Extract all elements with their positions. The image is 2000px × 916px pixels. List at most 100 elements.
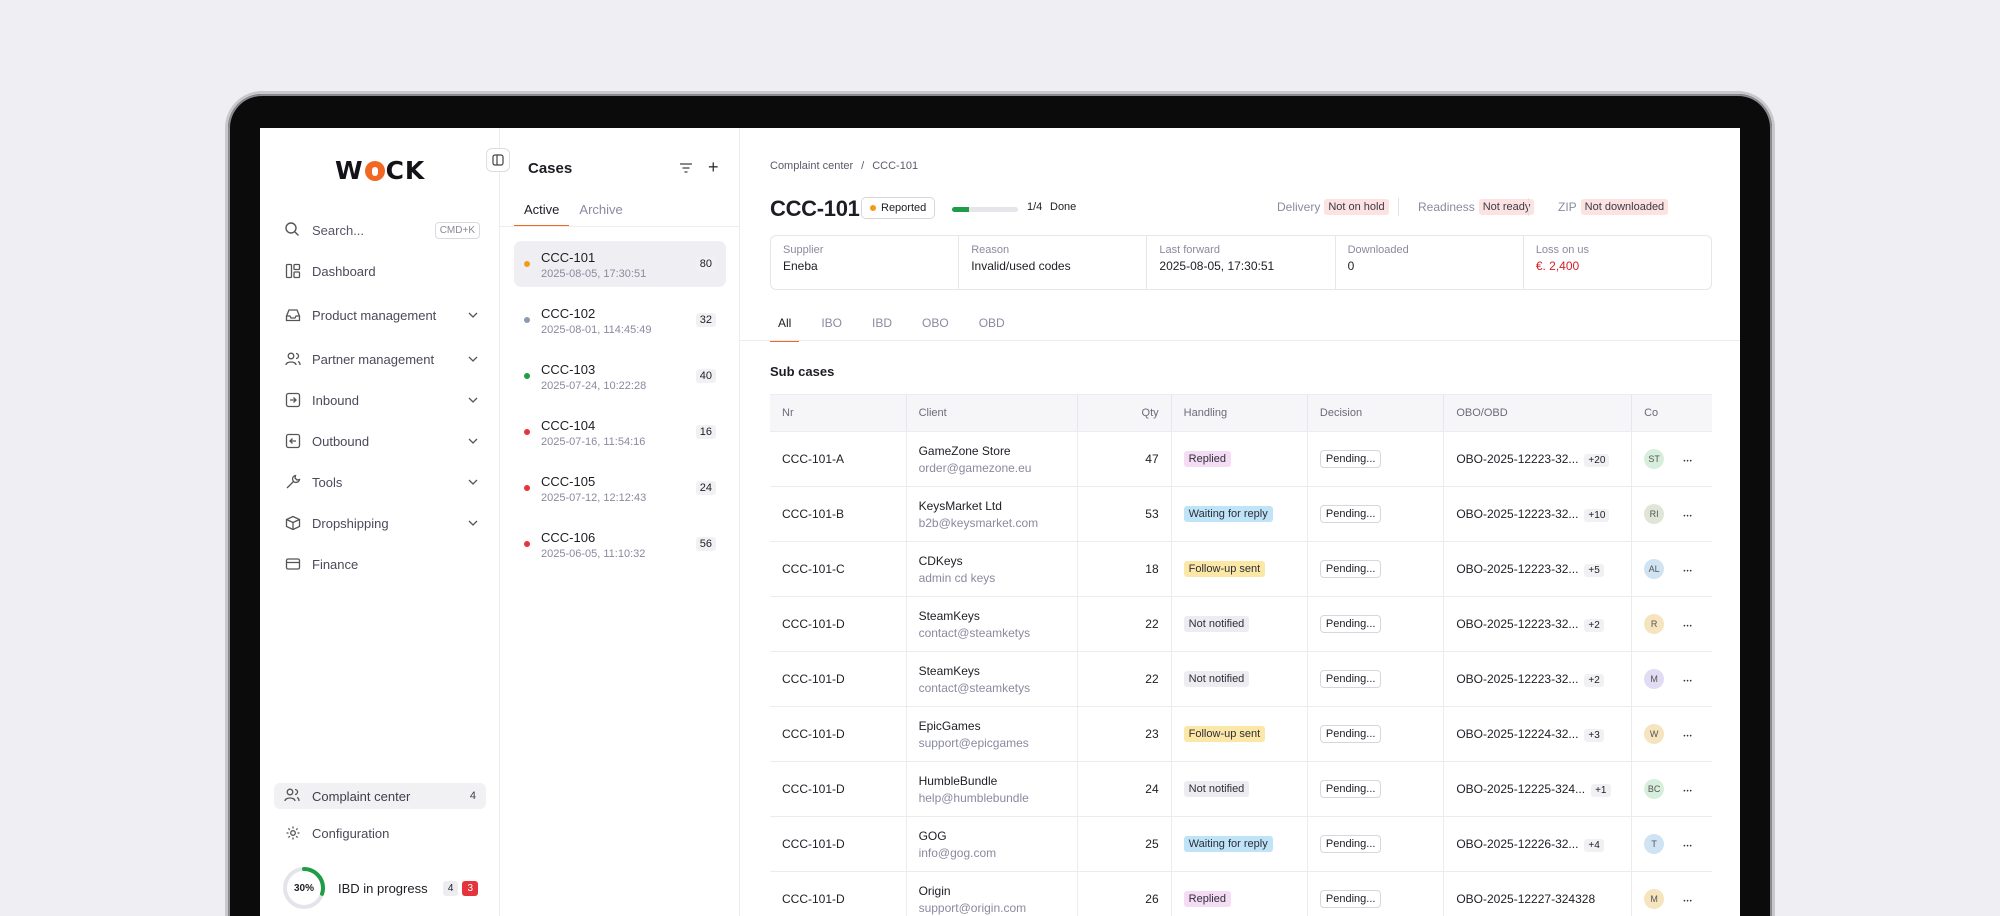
decision-select[interactable]: Pending... <box>1319 615 1382 633</box>
more-options-icon[interactable]: ••• <box>1683 734 1692 740</box>
table-row[interactable]: CCC-101-C CDKeys admin cd keys 18 Follow-up … <box>770 541 1712 597</box>
inbox-icon <box>284 306 302 324</box>
decision-select[interactable]: Pending... <box>1319 505 1382 523</box>
obo-id[interactable]: OBO-2025-12223-32... <box>1456 507 1578 521</box>
case-list-item[interactable]: CCC-101 2025-08-05, 17:30:51 80 <box>514 241 726 287</box>
table-row[interactable]: CCC-101-B KeysMarket Ltd b2b@keysmarket.co… <box>770 486 1712 542</box>
obo-id[interactable]: OBO-2025-12223-32... <box>1456 672 1578 686</box>
obo-id[interactable]: OBO-2025-12225-324... <box>1456 782 1585 796</box>
case-list-item[interactable]: CCC-104 2025-07-16, 11:54:16 16 <box>514 409 726 455</box>
logo-text-right: CK <box>385 156 426 185</box>
tab-ibo[interactable]: IBO <box>813 308 850 342</box>
cases-title: Cases <box>528 160 573 177</box>
sidebar-item-dropshipping[interactable]: Dropshipping <box>284 510 480 536</box>
client-email[interactable]: support@origin.com <box>919 901 1066 915</box>
decision-select[interactable]: Pending... <box>1319 890 1382 908</box>
client-email[interactable]: contact@steamketys <box>919 681 1066 695</box>
more-options-icon[interactable]: ••• <box>1683 679 1692 685</box>
tab-obd[interactable]: OBD <box>971 308 1013 342</box>
client-email[interactable]: help@humblebundle <box>919 791 1066 805</box>
table-row[interactable]: CCC-101-D HumbleBundle help@humblebundle 24… <box>770 761 1712 817</box>
search-input[interactable]: Search... CMD+K <box>284 218 480 242</box>
column-header-handling[interactable]: Handling <box>1171 394 1308 432</box>
sidebar-item-complaint-center[interactable]: Complaint center 4 <box>274 783 486 809</box>
more-options-icon[interactable]: ••• <box>1683 459 1692 465</box>
column-header-nr[interactable]: Nr <box>770 394 907 432</box>
case-status-dot-icon <box>524 373 530 379</box>
case-list-item[interactable]: CCC-105 2025-07-12, 12:12:43 24 <box>514 465 726 511</box>
decision-select[interactable]: Pending... <box>1319 780 1382 798</box>
handling-badge: Not notified <box>1183 671 1250 687</box>
obo-id[interactable]: OBO-2025-12223-32... <box>1456 452 1578 466</box>
decision-select[interactable]: Pending... <box>1319 560 1382 578</box>
more-count-badge[interactable]: +2 <box>1584 674 1604 687</box>
table-row[interactable]: CCC-101-D SteamKeys contact@steamketys 22 No… <box>770 651 1712 707</box>
more-options-icon[interactable]: ••• <box>1683 569 1692 575</box>
breadcrumb-link[interactable]: Complaint center <box>770 160 853 172</box>
table-row[interactable]: CCC-101-D GOG info@gog.com 25 Waiting for re… <box>770 816 1712 872</box>
more-count-badge[interactable]: +20 <box>1584 454 1610 467</box>
cell-decision: Pending... <box>1307 486 1445 542</box>
client-email[interactable]: order@gamezone.eu <box>919 461 1066 475</box>
more-count-badge[interactable]: +5 <box>1584 564 1604 577</box>
table-row[interactable]: CCC-101-D EpicGames support@epicgames 23 Fol… <box>770 706 1712 762</box>
tab-active[interactable]: Active <box>514 196 570 227</box>
obo-id[interactable]: OBO-2025-12226-32... <box>1456 837 1578 851</box>
filter-icon[interactable] <box>678 160 694 176</box>
column-header-obo-obd[interactable]: OBO/OBD <box>1443 394 1633 432</box>
progress-percent: 30% <box>293 882 314 894</box>
decision-select[interactable]: Pending... <box>1319 670 1382 688</box>
more-options-icon[interactable]: ••• <box>1683 514 1692 520</box>
add-case-button[interactable]: + <box>708 158 719 176</box>
ibd-progress-card[interactable]: 30% IBD in progress 4 3 <box>274 858 486 916</box>
column-header-client[interactable]: Client <box>906 394 1079 432</box>
column-header-co[interactable]: Co <box>1631 394 1665 432</box>
more-count-badge[interactable]: +2 <box>1584 619 1604 632</box>
decision-select[interactable]: Pending... <box>1319 725 1382 743</box>
sidebar-item-outbound[interactable]: Outbound <box>284 428 480 454</box>
case-list-item[interactable]: CCC-103 2025-07-24, 10:22:28 40 <box>514 353 726 399</box>
obo-id[interactable]: OBO-2025-12224-32... <box>1456 727 1578 741</box>
client-email[interactable]: info@gog.com <box>919 846 1066 860</box>
obo-id[interactable]: OBO-2025-12227-324328 <box>1456 892 1595 906</box>
sidebar-item-configuration[interactable]: Configuration <box>284 820 480 846</box>
decision-select[interactable]: Pending... <box>1319 835 1382 853</box>
more-count-badge[interactable]: +1 <box>1591 784 1611 797</box>
decision-select[interactable]: Pending... <box>1319 450 1382 468</box>
tab-all[interactable]: All <box>770 308 800 342</box>
tab-archive[interactable]: Archive <box>569 196 632 227</box>
obo-id[interactable]: OBO-2025-12223-32... <box>1456 562 1578 576</box>
logo[interactable]: W CK <box>335 156 425 185</box>
more-options-icon[interactable]: ••• <box>1683 844 1692 850</box>
column-header-decision[interactable]: Decision <box>1307 394 1445 432</box>
step-label: Done <box>1050 201 1077 213</box>
sidebar-item-finance[interactable]: Finance <box>284 551 480 577</box>
sidebar-item-inbound[interactable]: Inbound <box>284 387 480 413</box>
sidebar-item-product-management[interactable]: Product management <box>284 302 480 328</box>
sidebar-item-tools[interactable]: Tools <box>284 469 480 495</box>
client-email[interactable]: contact@steamketys <box>919 626 1066 640</box>
table-row[interactable]: CCC-101-D SteamKeys contact@steamketys 22 No… <box>770 596 1712 652</box>
tab-ibd[interactable]: IBD <box>864 308 900 342</box>
more-options-icon[interactable]: ••• <box>1683 624 1692 630</box>
table-row[interactable]: CCC-101-A GameZone Store order@gamezone.eu… <box>770 431 1712 487</box>
obo-id[interactable]: OBO-2025-12223-32... <box>1456 617 1578 631</box>
case-info-box: Supplier Eneba Reason Invalid/used codes L… <box>770 235 1712 290</box>
table-row[interactable]: CCC-101-D Origin support@origin.com 26 Repli… <box>770 871 1712 916</box>
more-options-icon[interactable]: ••• <box>1683 789 1692 795</box>
collapse-sidebar-button[interactable] <box>486 148 510 172</box>
client-email[interactable]: b2b@keysmarket.com <box>919 516 1066 530</box>
case-list-item[interactable]: CCC-102 2025-08-01, 114:45:49 32 <box>514 297 726 343</box>
more-count-badge[interactable]: +10 <box>1584 509 1610 522</box>
column-header-qty[interactable]: Qty <box>1077 394 1172 432</box>
more-count-badge[interactable]: +3 <box>1584 729 1604 742</box>
more-options-icon[interactable]: ••• <box>1683 899 1692 905</box>
tab-obo[interactable]: OBO <box>914 308 957 342</box>
client-email[interactable]: support@epicgames <box>919 736 1066 750</box>
more-count-badge[interactable]: +4 <box>1584 839 1604 852</box>
case-list-item[interactable]: CCC-106 2025-06-05, 11:10:32 56 <box>514 521 726 567</box>
cell-decision: Pending... <box>1307 541 1445 597</box>
sidebar-item-dashboard[interactable]: Dashboard <box>284 258 480 284</box>
sidebar-item-partner-management[interactable]: Partner management <box>284 346 480 372</box>
client-email[interactable]: admin cd keys <box>919 571 1066 585</box>
